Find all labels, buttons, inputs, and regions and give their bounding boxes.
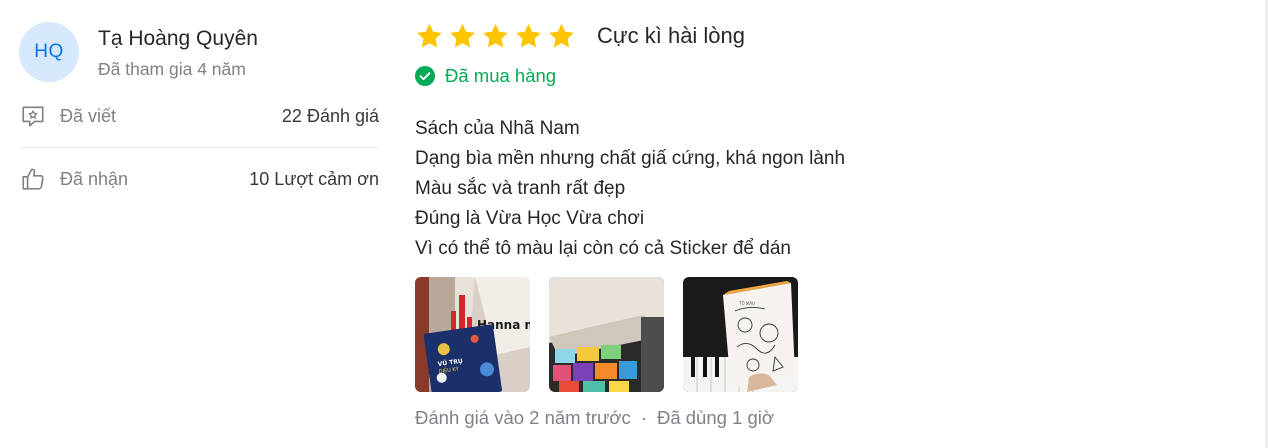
verified-purchase-label: Đã mua hàng <box>445 65 557 86</box>
review-photos: Hanna music VŨ TRỤ DIỆU KỲ <box>415 277 1235 392</box>
review-card: HQ Tạ Hoàng Quyên Đã tham gia 4 năm Đã v… <box>0 0 1268 448</box>
stat-reviews-written-label: Đã viết <box>60 105 117 126</box>
review-meta: Đánh giá vào 2 năm trước · Đã dùng 1 giờ <box>415 407 1235 429</box>
rating-row: Cực kì hài lòng <box>415 18 1235 54</box>
star-rating <box>415 22 580 51</box>
review-photo-1[interactable]: Hanna music VŨ TRỤ DIỆU KỲ <box>415 277 530 392</box>
reviewer-joined: Đã tham gia 4 năm <box>98 58 246 79</box>
meta-separator: · <box>640 407 647 428</box>
stat-thanks-received-value: 10 Lượt cảm ơn <box>249 168 379 189</box>
stat-thanks-received-label: Đã nhận <box>60 168 129 189</box>
avatar: HQ <box>19 22 79 82</box>
reviewer-header: HQ Tạ Hoàng Quyên Đã tham gia 4 năm <box>19 22 379 82</box>
usage-duration: Đã dùng 1 giờ <box>656 407 775 428</box>
reviewer-name: Tạ Hoàng Quyên <box>98 26 258 50</box>
star-icon <box>516 23 541 47</box>
svg-text:TÔ MÀU: TÔ MÀU <box>738 301 755 306</box>
stat-reviews-written-value: 22 Đánh giá <box>281 105 379 126</box>
reviewer-panel: HQ Tạ Hoàng Quyên Đã tham gia 4 năm Đã v… <box>19 22 379 210</box>
comment-star-icon <box>19 102 47 130</box>
stat-reviews-written-left: Đã viết <box>19 102 116 130</box>
check-circle-icon <box>415 66 435 86</box>
star-icon <box>549 23 574 47</box>
star-icon <box>450 23 475 47</box>
star-icon <box>483 23 508 47</box>
reviewer-name-block: Tạ Hoàng Quyên Đã tham gia 4 năm <box>98 25 258 80</box>
review-text: Sách của Nhã Nam Dạng bìa mền nhưng chất… <box>415 114 1235 264</box>
thumbs-up-icon <box>19 165 47 193</box>
review-line: Sách của Nhã Nam <box>415 118 580 139</box>
review-line: Màu sắc và tranh rất đẹp <box>415 178 626 199</box>
star-icon <box>417 23 442 47</box>
review-photo-2[interactable] <box>549 277 664 392</box>
review-line: Vì có thể tô màu lại còn có cả Sticker đ… <box>415 238 791 259</box>
rating-title: Cực kì hài lòng <box>597 23 746 48</box>
review-photo-3[interactable]: TÔ MÀU <box>683 277 798 392</box>
review-line: Đúng là Vừa Học Vừa chơi <box>415 208 645 229</box>
stat-reviews-written: Đã viết 22 Đánh giá <box>19 85 379 148</box>
stat-thanks-received-left: Đã nhận <box>19 165 128 193</box>
stat-thanks-received: Đã nhận 10 Lượt cảm ơn <box>19 148 379 210</box>
review-time: Đánh giá vào 2 năm trước <box>415 407 631 428</box>
review-content: Cực kì hài lòng Đã mua hàng Sách của Nhã… <box>415 18 1235 429</box>
review-line: Dạng bìa mền nhưng chất giấ cứng, khá ng… <box>415 148 846 169</box>
verified-purchase: Đã mua hàng <box>415 64 1235 88</box>
